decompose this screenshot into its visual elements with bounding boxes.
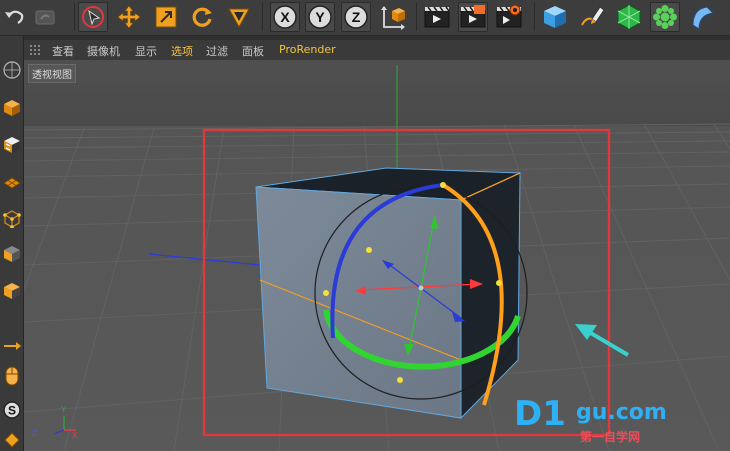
coordinate-system-icon[interactable] [378,2,408,32]
view-axis-x-label: X [72,431,78,440]
polygons-mode-icon[interactable] [1,279,23,303]
scale-icon[interactable] [151,2,181,32]
model-mode-icon[interactable] [1,96,23,120]
points-mode-icon[interactable] [1,206,23,230]
pen-spline-icon[interactable] [577,2,607,32]
cube-primitive-icon[interactable] [540,2,570,32]
main-toolbar: X Y Z [0,0,730,36]
undo-icon[interactable] [0,2,30,32]
edges-mode-icon[interactable] [1,242,23,266]
render-to-picture-viewer-icon[interactable] [458,2,488,32]
subdivision-surface-icon[interactable] [614,2,644,32]
cloner-icon[interactable] [650,2,680,32]
menu-camera[interactable]: 摄像机 [87,43,120,59]
menu-view[interactable]: 查看 [52,43,74,59]
cinema4d-window: X Y Z S 查看 摄像机 显示 选项 过滤 面板 ProRender Y X… [0,0,730,451]
snap-icon[interactable]: S [1,398,23,422]
camera-tool-icon[interactable] [1,58,23,82]
z-axis-lock-button[interactable]: Z [341,2,371,32]
y-axis-lock-button[interactable]: Y [305,2,335,32]
x-axis-lock-button[interactable]: X [270,2,300,32]
watermark-tagline: 第一自学网 [580,430,641,444]
workplane-icon[interactable] [1,169,23,193]
texture-mode-icon[interactable] [1,133,23,157]
menu-prorender[interactable]: ProRender [279,43,336,56]
deformer-icon[interactable] [688,2,718,32]
redo-icon[interactable] [30,2,60,32]
render-settings-icon[interactable] [494,2,524,32]
rotate-icon[interactable] [187,2,217,32]
svg-text:S: S [8,404,16,418]
perspective-viewport[interactable]: Y X Z 透视视图 D1 gu.com 第一自学网 [24,60,730,451]
menu-display[interactable]: 显示 [135,43,157,59]
axis-mode-icon[interactable] [1,334,23,358]
move-icon[interactable] [114,2,144,32]
watermark-domain: gu.com [576,400,667,425]
mouse-tool-icon[interactable] [1,364,23,388]
view-axis-y-label: Y [61,405,67,414]
z-axis-label: Z [352,9,361,25]
menu-options[interactable]: 选项 [171,43,193,59]
viewport-scene[interactable]: Y X Z [24,60,730,451]
menu-panel[interactable]: 面板 [242,43,264,59]
menu-filter[interactable]: 过滤 [206,43,228,59]
y-axis-label: Y [315,9,325,25]
x-axis-label: X [280,9,290,25]
viewport-menu-bar: 查看 摄像机 显示 选项 过滤 面板 ProRender [24,40,730,60]
render-view-icon[interactable] [422,2,452,32]
quantize-icon[interactable] [1,428,23,451]
view-name-label[interactable]: 透视视图 [28,64,76,83]
watermark-logo-text: D1 [514,394,566,434]
left-toolbar: S [0,36,24,451]
grip-icon[interactable] [30,45,40,55]
select-cursor-icon[interactable] [78,2,108,32]
view-axis-z-label: Z [32,429,37,438]
recent-tool-icon[interactable] [224,2,254,32]
